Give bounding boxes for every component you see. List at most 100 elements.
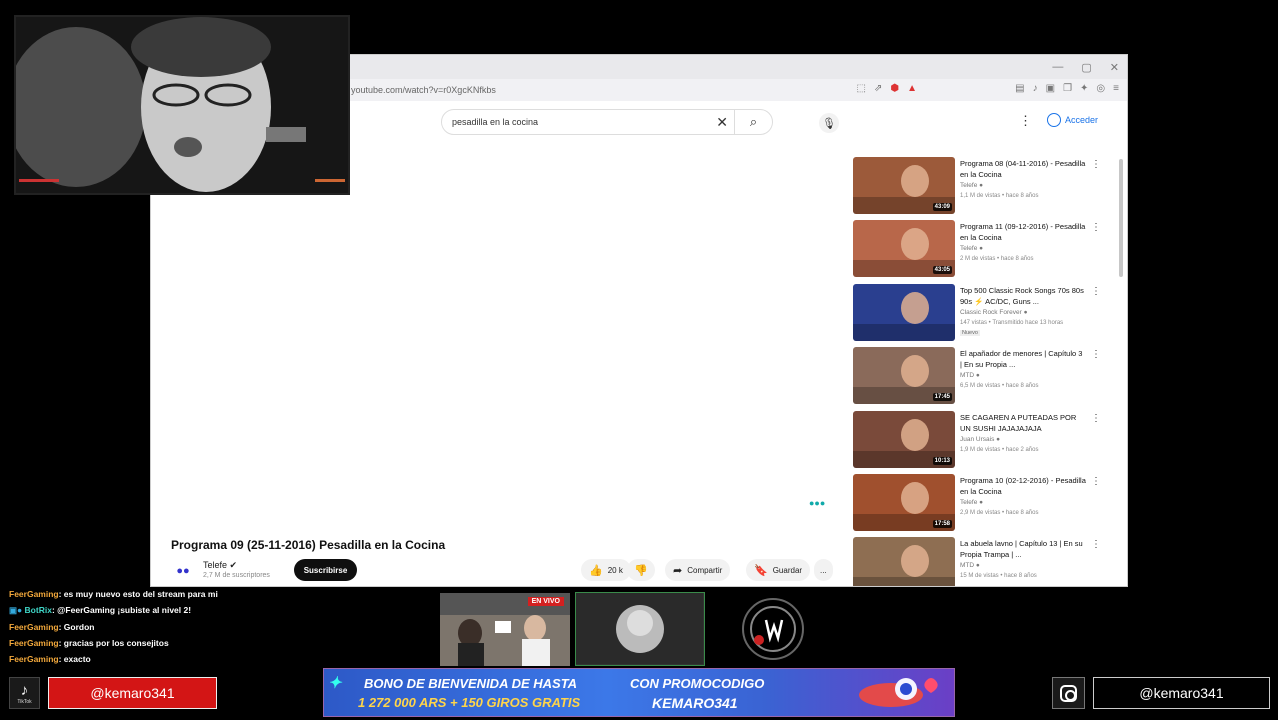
related-video-channel[interactable]: MTD ●	[960, 372, 980, 379]
related-video-channel[interactable]: Classic Rock Forever ●	[960, 309, 1028, 316]
more-options-icon[interactable]: ⋮	[1091, 159, 1101, 170]
related-video-title[interactable]: Programa 10 (02-12-2016) - Pesadilla en …	[960, 475, 1086, 497]
related-video-thumbnail[interactable]: 17:45	[853, 347, 955, 405]
music-icon[interactable]: ♪	[1033, 83, 1038, 94]
search-input[interactable]: pesadilla en la cocina ✕ ⌕	[441, 109, 773, 135]
more-options-icon[interactable]: ⋮	[1091, 222, 1101, 233]
chat-box: FeerGaming : es muy nuevo esto del stream…	[9, 586, 309, 667]
person-photo-image	[576, 593, 703, 664]
related-video-channel[interactable]: Juan Ursais ●	[960, 436, 1000, 443]
extension-icon[interactable]: ✦	[1080, 83, 1088, 94]
related-video-title[interactable]: SE CAGAREN A PUTEADAS POR UN SUSHI JAJAJ…	[960, 412, 1086, 434]
download-icon[interactable]: ⬚	[857, 83, 866, 94]
sidebar-icon[interactable]: ▤	[1015, 83, 1024, 94]
subscribe-button[interactable]: Suscribirse	[294, 559, 357, 581]
clear-search-icon[interactable]: ✕	[716, 114, 728, 131]
more-options-icon[interactable]: ⋮	[1091, 539, 1101, 550]
more-actions-button[interactable]: ...	[814, 559, 833, 581]
related-video-thumbnail[interactable]: 17:58	[853, 473, 955, 531]
related-video-title[interactable]: El apañador de menores | Capítulo 3 | En…	[960, 348, 1086, 370]
related-video-title[interactable]: Top 500 Classic Rock Songs 70s 80s 90s ⚡…	[960, 285, 1086, 307]
channel-avatar[interactable]: ●●	[173, 561, 193, 581]
more-label: ...	[820, 565, 827, 575]
banner-line3: CON PROMOCODIGO	[630, 676, 765, 691]
related-video-channel[interactable]: MTD ●	[960, 562, 980, 569]
more-options-icon[interactable]: ⋮	[1091, 286, 1101, 297]
video-title: Programa 09 (25-11-2016) Pesadilla en la…	[171, 538, 446, 552]
chat-username: FeerGaming	[9, 621, 59, 632]
related-video-title[interactable]: La abuela lavno | Capítulo 13 | En su Pr…	[960, 538, 1086, 560]
more-options-icon[interactable]: ⋮	[1091, 413, 1101, 424]
secondary-cam-thumbnail[interactable]	[575, 592, 705, 666]
live-preview-thumbnail[interactable]: EN VIVO	[440, 593, 570, 666]
search-query[interactable]: pesadilla en la cocina	[452, 117, 538, 127]
live-badge: EN VIVO	[527, 597, 564, 606]
related-video-title[interactable]: Programa 11 (09-12-2016) - Pesadilla en …	[960, 221, 1086, 243]
vpn-icon[interactable]: ◎	[1096, 83, 1105, 94]
share-button[interactable]: ➦ Compartir	[665, 559, 731, 581]
related-video-thumbnail[interactable]: 10:13	[853, 410, 955, 468]
save-button[interactable]: 🔖 Guardar	[746, 559, 811, 581]
wallet-icon[interactable]: ▣	[1046, 83, 1055, 94]
related-video-channel[interactable]: Telefe ●	[960, 245, 983, 252]
duration-badge: 10:13	[932, 456, 952, 465]
webcam-feed	[14, 15, 350, 195]
signin-button[interactable]: Acceder	[1041, 109, 1104, 131]
menu-icon[interactable]: ≡	[1113, 83, 1119, 94]
maximize-icon[interactable]: ▢	[1081, 61, 1091, 74]
chat-text: : gracias por los consejitos	[58, 637, 169, 648]
copy-icon[interactable]: ❐	[1063, 83, 1072, 94]
related-video-thumbnail[interactable]	[853, 283, 955, 341]
related-video-title[interactable]: Programa 08 (04-11-2016) - Pesadilla en …	[960, 158, 1086, 180]
chat-text: : es muy nuevo esto del stream para mi	[58, 589, 218, 599]
related-video-item[interactable]: La abuela lavno | Capítulo 13 | En su Pr…	[853, 537, 1108, 586]
chat-text: : Gordon	[58, 621, 95, 632]
related-video-thumbnail[interactable]	[853, 537, 955, 586]
url-text[interactable]: youtube.com/watch?v=r0XgcKNfkbs	[351, 85, 496, 95]
related-video-channel[interactable]: Telefe ●	[960, 499, 983, 506]
close-icon[interactable]: ✕	[1110, 61, 1119, 74]
more-options-icon[interactable]: ⋮	[1091, 476, 1101, 487]
tiktok-handle: @kemaro341	[48, 677, 217, 709]
chat-text: : @FeerGaming ¡subiste al nivel 2!	[51, 605, 192, 616]
rocket-mascot-icon	[859, 678, 938, 707]
thumbs-up-icon: 👍	[589, 564, 603, 577]
related-video-item[interactable]: 10:13 SE CAGAREN A PUTEADAS POR UN SUSHI …	[853, 410, 1108, 474]
share-arrow-icon: ➦	[673, 564, 683, 577]
tiktok-icon: ♪ TikTok	[9, 677, 40, 709]
like-button[interactable]: 👍 20 k	[581, 559, 631, 581]
chat-message: ▣● BotRix: @FeerGaming ¡subiste al nivel…	[9, 602, 309, 618]
channel-name[interactable]: Telefe ✔	[203, 560, 237, 571]
chat-username: BotRix	[24, 605, 52, 616]
minimize-icon[interactable]: —	[1052, 61, 1063, 73]
instagram-icon	[1052, 677, 1085, 709]
streamer-face-image	[16, 17, 348, 193]
duration-badge: 43:05	[932, 266, 952, 275]
chat-message: FeerGaming: es muy nuevo esto del stream…	[9, 586, 309, 602]
related-video-thumbnail[interactable]: 43:09	[853, 157, 955, 214]
related-video-item[interactable]: 17:45 El apañador de menores | Capítulo 3…	[853, 347, 1108, 410]
related-video-item[interactable]: 43:05 Programa 11 (09-12-2016) - Pesadill…	[853, 220, 1108, 283]
settings-menu-icon[interactable]: ⋮	[1019, 113, 1032, 129]
search-icon[interactable]: ⌕	[734, 109, 772, 135]
warning-icon[interactable]: ▲	[907, 83, 917, 94]
microphone-icon[interactable]: 🎙	[819, 113, 839, 133]
shield-icon[interactable]: ⬢	[890, 83, 899, 94]
related-video-meta: 2,9 M de vistas • hace 8 años	[960, 509, 1039, 516]
related-video-item[interactable]: Top 500 Classic Rock Songs 70s 80s 90s ⚡…	[853, 283, 1108, 347]
video-player[interactable]: ●●●	[151, 143, 841, 533]
related-video-channel[interactable]: Telefe ●	[960, 182, 983, 189]
share-icon[interactable]: ⇗	[874, 83, 882, 94]
related-video-thumbnail[interactable]: 43:05	[853, 220, 955, 278]
related-video-item[interactable]: 17:58 Programa 10 (02-12-2016) - Pesadill…	[853, 473, 1108, 537]
related-video-item[interactable]: 43:09 Programa 08 (04-11-2016) - Pesadill…	[853, 157, 1108, 220]
dislike-button[interactable]: 👎	[627, 559, 655, 581]
signin-label: Acceder	[1065, 115, 1099, 125]
promo-banner[interactable]: ✦ BONO DE BIENVENIDA DE HASTA 1 272 000 …	[323, 668, 955, 717]
duration-badge: 17:45	[932, 393, 952, 402]
banner-line2: 1 272 000 ARS + 150 GIROS GRATIS	[358, 695, 581, 710]
chat-message: FeerGaming: exacto	[9, 651, 309, 667]
more-options-icon[interactable]: ⋮	[1091, 349, 1101, 360]
scrollbar[interactable]	[1119, 159, 1123, 277]
related-video-meta: 1,1 M de vistas • hace 8 años	[960, 193, 1039, 199]
